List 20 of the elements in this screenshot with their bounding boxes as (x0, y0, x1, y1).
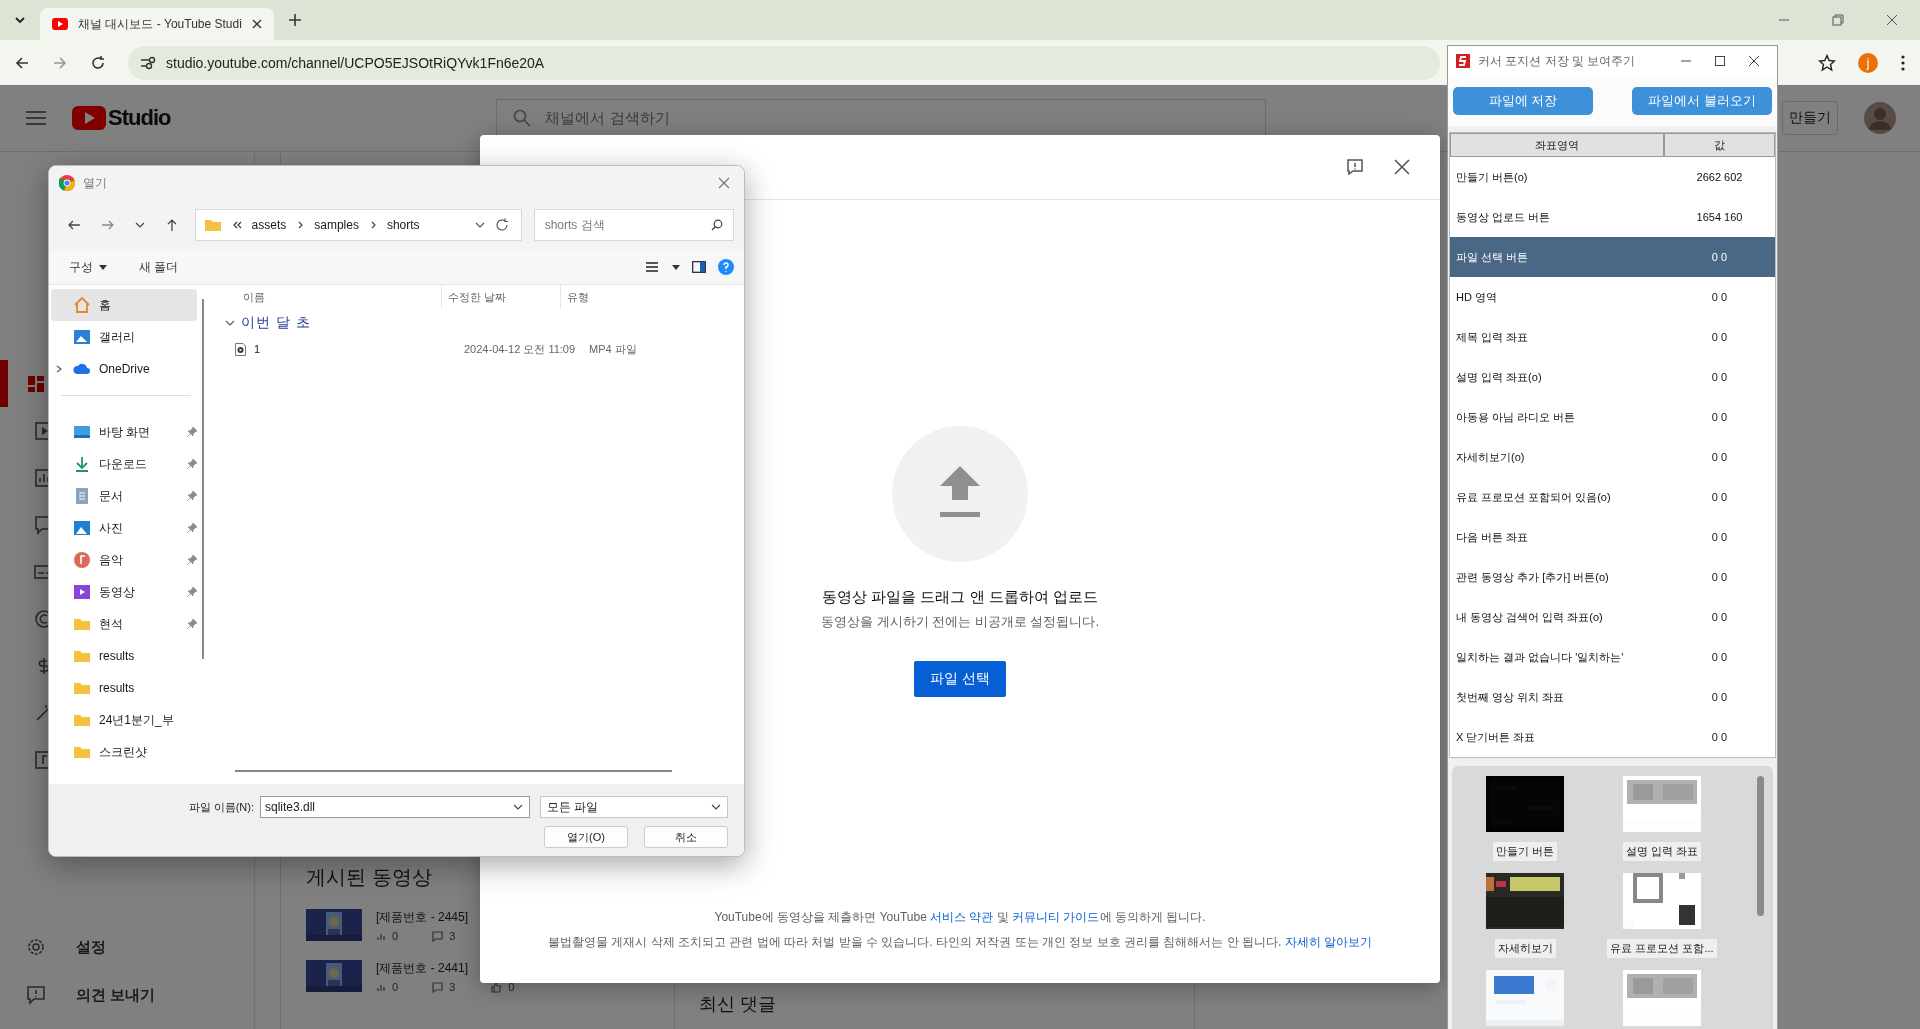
view-count: 0 (392, 981, 399, 993)
url-text: studio.youtube.com/channel/UCPO5EJSOtRiQYvk1Fn6e20A (166, 54, 545, 71)
comment-count: 3 (449, 930, 456, 942)
dialog-title: 열기 (83, 174, 107, 192)
thumbnail-caption: 설명 입력 좌표 (1622, 842, 1702, 861)
section-title: 게시된 동영상 (306, 865, 433, 890)
thumbnail-caption: 자세히보기 (1494, 939, 1556, 958)
legal-notice: YouTube에 동영상을 제출하면 YouTube 서비스 약관 및 커뮤니티 가이드에 동의하게 됩니다. (713, 909, 1207, 926)
legal-notice: 불법촬영물 게재시 삭제 조치되고 관련 법에 따라 처벌 받을 수 있습니다. 타인의 저작권 또는 개인 정보 보호 권리를 침해해서는 안 됩니다. 자세히 알아보기 (547, 934, 1373, 951)
privacy-note: 동영상을 게시하기 전에는 비공개로 설정됩니다. (820, 613, 1100, 631)
section-title: 최신 댓글 (699, 993, 777, 1016)
view-count: 0 (392, 930, 399, 942)
thumbnail-caption: 유료 프로모션 포함... (1607, 939, 1717, 958)
logo-text: Studio (108, 105, 171, 131)
window-title: 커서 포지션 저장 및 보여주기 (1478, 52, 1636, 70)
comment-count: 3 (449, 981, 456, 993)
like-count: 0 (508, 981, 515, 993)
upload-prompt: 동영상 파일을 드래그 앤 드롭하여 업로드 (822, 588, 1098, 607)
file-name-label: 파일 이름(N): (188, 799, 254, 815)
thumbnail-caption: 만들기 버튼 (1492, 842, 1558, 861)
